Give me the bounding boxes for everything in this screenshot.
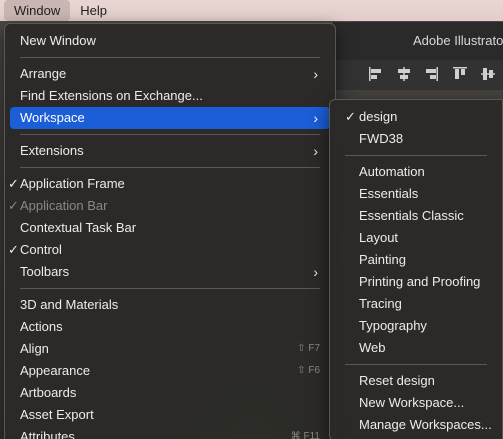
menu-separator [20,288,320,289]
menu-item-label: 3D and Materials [20,297,119,312]
menu-item-label: Attributes [20,429,75,439]
menu-item-contextual-task-bar[interactable]: Contextual Task Bar [10,217,330,239]
chevron-right-icon: › [313,143,318,159]
menu-item-label: Align [20,341,49,356]
menu-separator [20,134,320,135]
menu-item-label: Extensions [20,143,84,158]
menu-item-label: New Workspace... [359,395,465,410]
menu-item-label: Artboards [20,385,77,400]
workspace-item-layout[interactable]: Layout [335,227,497,249]
shortcut-label: ⌘ F11 [290,431,320,439]
menu-item-align[interactable]: Align ⇧ F7 [10,338,330,360]
shortcut-label: ⇧ F6 [297,365,320,376]
menu-item-label: Essentials [359,186,419,201]
menu-bar: Window Help [0,0,503,21]
workspace-item-tracing[interactable]: Tracing [335,293,497,315]
menu-item-label: design [359,109,398,124]
workspace-item-essentials-classic[interactable]: Essentials Classic [335,205,497,227]
shortcut-label: ⇧ F7 [297,343,320,354]
menu-item-label: New Window [20,33,96,48]
align-right-icon[interactable] [423,66,439,82]
menu-item-label: Control [20,242,62,257]
workspace-item-painting[interactable]: Painting [335,249,497,271]
menu-item-label: Manage Workspaces... [359,417,492,432]
menu-item-actions[interactable]: Actions [10,316,330,338]
chevron-right-icon: › [313,66,318,82]
align-top-icon[interactable] [452,66,468,82]
chevron-right-icon: › [313,264,318,280]
menu-separator [345,155,487,156]
menu-item-label: Application Frame [20,176,125,191]
checkmark-icon: ✓ [8,176,19,191]
menu-item-new-window[interactable]: New Window [10,30,330,52]
window-menu: New Window Arrange › Find Extensions on E… [4,23,336,439]
menu-item-control[interactable]: ✓ Control [8,239,330,261]
control-bar [333,60,503,90]
menu-item-toolbars[interactable]: Toolbars › [10,261,330,283]
menubar-help[interactable]: Help [70,0,117,21]
menu-item-label: FWD38 [359,131,404,146]
menu-item-label: Arrange [20,66,67,81]
menu-item-find-extensions[interactable]: Find Extensions on Exchange... [10,85,330,107]
menu-item-application-frame[interactable]: ✓ Application Frame [8,173,330,195]
workspace-item-fwd38[interactable]: FWD38 [335,128,497,150]
align-center-icon[interactable] [396,66,412,82]
menu-item-label: Web [359,340,386,355]
workspace-item-new[interactable]: New Workspace... [335,392,497,414]
workspace-item-manage[interactable]: Manage Workspaces... [335,414,497,436]
workspace-submenu: ✓ design FWD38 Automation Essentials Esse… [329,99,503,439]
checkmark-icon: ✓ [8,198,19,213]
menu-item-appearance[interactable]: Appearance ⇧ F6 [10,360,330,382]
menu-item-label: Printing and Proofing [359,274,481,289]
menu-item-label: Actions [20,319,63,334]
menu-item-label: Tracing [359,296,402,311]
menu-separator [345,364,487,365]
menu-item-label: Appearance [20,363,91,378]
menu-item-label: Essentials Classic [359,208,464,223]
menu-item-artboards[interactable]: Artboards [10,382,330,404]
menu-item-label: Reset design [359,373,435,388]
workspace-item-web[interactable]: Web [335,337,497,359]
app-title: Adobe Illustrato [413,33,503,48]
menu-item-workspace[interactable]: Workspace › [10,107,330,129]
workspace-item-essentials[interactable]: Essentials [335,183,497,205]
menu-item-label: Toolbars [20,264,70,279]
menu-item-arrange[interactable]: Arrange › [10,63,330,85]
menu-item-label: Layout [359,230,399,245]
checkmark-icon: ✓ [8,242,19,257]
chevron-right-icon: › [313,110,318,126]
menu-item-label: Asset Export [20,407,94,422]
menu-item-label: Find Extensions on Exchange... [20,88,203,103]
workspace-item-design[interactable]: ✓ design [335,106,497,128]
menu-item-attributes[interactable]: Attributes ⌘ F11 [10,426,330,439]
menu-item-label: Automation [359,164,425,179]
menu-item-3d-materials[interactable]: 3D and Materials [10,294,330,316]
workspace-item-printing-proofing[interactable]: Printing and Proofing [335,271,497,293]
menu-separator [20,167,320,168]
workspace-item-reset[interactable]: Reset design [335,370,497,392]
menu-item-label: Workspace [20,110,85,125]
menu-item-application-bar: ✓ Application Bar [8,195,330,217]
menu-item-asset-export[interactable]: Asset Export [10,404,330,426]
menu-item-label: Contextual Task Bar [20,220,137,235]
checkmark-icon: ✓ [345,109,356,124]
menu-item-extensions[interactable]: Extensions › [10,140,330,162]
menu-item-label: Painting [359,252,406,267]
workspace-item-typography[interactable]: Typography [335,315,497,337]
workspace-item-automation[interactable]: Automation [335,161,497,183]
align-left-icon[interactable] [368,66,384,82]
menubar-window[interactable]: Window [4,0,71,21]
align-middle-icon[interactable] [480,66,496,82]
menu-item-label: Application Bar [20,198,108,213]
menu-separator [20,57,320,58]
menu-item-label: Typography [359,318,427,333]
